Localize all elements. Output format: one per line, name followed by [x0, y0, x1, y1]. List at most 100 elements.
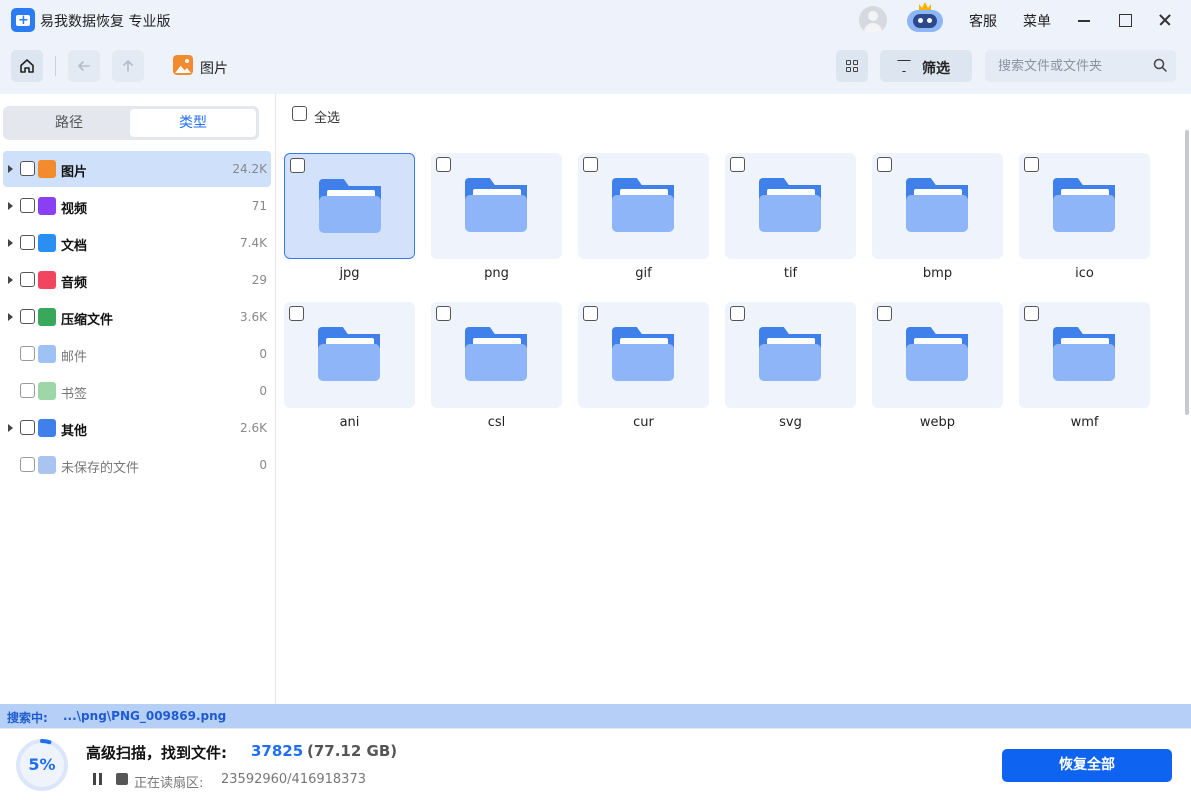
sidebar-item-label: 书签: [61, 387, 88, 402]
home-button[interactable]: [11, 50, 43, 82]
folder-checkbox[interactable]: [730, 157, 745, 172]
document-icon: [38, 234, 56, 252]
audio-icon: [38, 271, 56, 289]
folder-tile[interactable]: [1019, 153, 1150, 259]
category-checkbox[interactable]: [20, 383, 35, 398]
expand-arrow-icon[interactable]: [8, 276, 13, 284]
recover-all-button[interactable]: 恢复全部: [1002, 749, 1172, 782]
folder-icon: [612, 327, 674, 381]
sidebar-item[interactable]: 图片 24.2K: [3, 151, 271, 187]
sidebar-item-label: 音频: [61, 276, 88, 291]
folder-icon: [465, 327, 527, 381]
progress-percent: 5%: [28, 755, 56, 774]
view-mode-switch: 路径 类型: [3, 106, 259, 140]
folder-checkbox[interactable]: [730, 306, 745, 321]
folder-checkbox[interactable]: [436, 157, 451, 172]
folder-checkbox[interactable]: [877, 306, 892, 321]
folder-checkbox[interactable]: [1024, 157, 1039, 172]
bookmark-icon: [38, 382, 56, 400]
app-logo-icon: [11, 8, 35, 32]
folder-checkbox[interactable]: [289, 306, 304, 321]
maximize-button[interactable]: [1110, 6, 1140, 34]
sidebar-item-label: 压缩文件: [61, 313, 114, 328]
app-title: 易我数据恢复 专业版: [40, 14, 171, 30]
expand-arrow-icon[interactable]: [8, 239, 13, 247]
folder-checkbox[interactable]: [583, 157, 598, 172]
up-button[interactable]: [112, 50, 144, 82]
sidebar-item[interactable]: 文档 7.4K: [3, 225, 271, 261]
menu-link[interactable]: 菜单: [1023, 11, 1051, 31]
folder-tile[interactable]: [872, 153, 1003, 259]
folder-checkbox[interactable]: [877, 157, 892, 172]
sidebar-item-label: 其他: [61, 424, 88, 439]
folder-label: wmf: [1070, 415, 1099, 430]
other-folder-icon: [38, 419, 56, 437]
sidebar-item-label: 图片: [61, 165, 88, 180]
select-all-checkbox[interactable]: [292, 106, 307, 121]
folder-icon: [906, 178, 968, 232]
sidebar-item-count: 2.6K: [240, 421, 267, 435]
sidebar-item[interactable]: 未保存的文件 0: [3, 447, 271, 483]
close-button[interactable]: [1150, 6, 1180, 34]
category-checkbox[interactable]: [20, 420, 35, 435]
category-checkbox[interactable]: [20, 198, 35, 213]
folder-label: jpg: [339, 266, 360, 281]
status-prefix: 搜索中:: [7, 711, 48, 725]
sector-label: 正在读扇区:: [134, 776, 204, 791]
folder-tile[interactable]: [431, 153, 562, 259]
image-icon: [173, 55, 193, 75]
category-checkbox[interactable]: [20, 346, 35, 361]
category-checkbox[interactable]: [20, 309, 35, 324]
sidebar-item[interactable]: 压缩文件 3.6K: [3, 299, 271, 335]
expand-arrow-icon[interactable]: [8, 165, 13, 173]
folder-tile[interactable]: [578, 302, 709, 408]
sidebar-item[interactable]: 书签 0: [3, 373, 271, 409]
folder-icon: [759, 178, 821, 232]
folder-checkbox[interactable]: [1024, 306, 1039, 321]
breadcrumb[interactable]: 图片: [200, 58, 228, 78]
stop-button[interactable]: [116, 773, 128, 785]
assistant-robot-icon[interactable]: [903, 2, 947, 36]
folder-tile[interactable]: [578, 153, 709, 259]
folder-tile[interactable]: [725, 302, 856, 408]
category-checkbox[interactable]: [20, 161, 35, 176]
sidebar-item[interactable]: 邮件 0: [3, 336, 271, 372]
tab-path[interactable]: 路径: [6, 109, 132, 137]
minimize-button[interactable]: [1069, 6, 1099, 34]
support-link[interactable]: 客服: [969, 11, 997, 31]
expand-arrow-icon[interactable]: [8, 202, 13, 210]
expand-arrow-icon[interactable]: [8, 424, 13, 432]
search-input[interactable]: [985, 50, 1145, 82]
folder-tile[interactable]: [1019, 302, 1150, 408]
file-grid-area: 全选 jpg png gif tif bmp ico ani csl cur svg webp wmf: [276, 94, 1191, 704]
folder-tile[interactable]: [431, 302, 562, 408]
search-icon[interactable]: [1153, 58, 1167, 72]
pause-button[interactable]: [92, 773, 104, 785]
category-checkbox[interactable]: [20, 457, 35, 472]
sidebar-item[interactable]: 音频 29: [3, 262, 271, 298]
back-button[interactable]: [68, 50, 100, 82]
folder-icon: [1053, 178, 1115, 232]
category-checkbox[interactable]: [20, 235, 35, 250]
scrollbar[interactable]: [1185, 130, 1189, 415]
user-avatar-icon[interactable]: [859, 6, 887, 34]
folder-tile[interactable]: [872, 302, 1003, 408]
folder-tile[interactable]: [284, 153, 415, 259]
folder-tile[interactable]: [725, 153, 856, 259]
folder-tile[interactable]: [284, 302, 415, 408]
category-checkbox[interactable]: [20, 272, 35, 287]
folder-checkbox[interactable]: [583, 306, 598, 321]
folder-checkbox[interactable]: [290, 158, 305, 173]
tab-type[interactable]: 类型: [130, 109, 256, 137]
folder-checkbox[interactable]: [436, 306, 451, 321]
filter-button[interactable]: 筛选: [880, 50, 972, 82]
grid-view-button[interactable]: [836, 50, 868, 82]
select-all-label: 全选: [314, 111, 341, 126]
sidebar-item[interactable]: 视频 71: [3, 188, 271, 224]
mail-icon: [38, 345, 56, 363]
sidebar-item-count: 0: [259, 347, 267, 361]
sidebar-item[interactable]: 其他 2.6K: [3, 410, 271, 446]
expand-arrow-icon[interactable]: [8, 313, 13, 321]
sidebar-item-label: 文档: [61, 239, 88, 254]
folder-label: bmp: [922, 266, 953, 281]
